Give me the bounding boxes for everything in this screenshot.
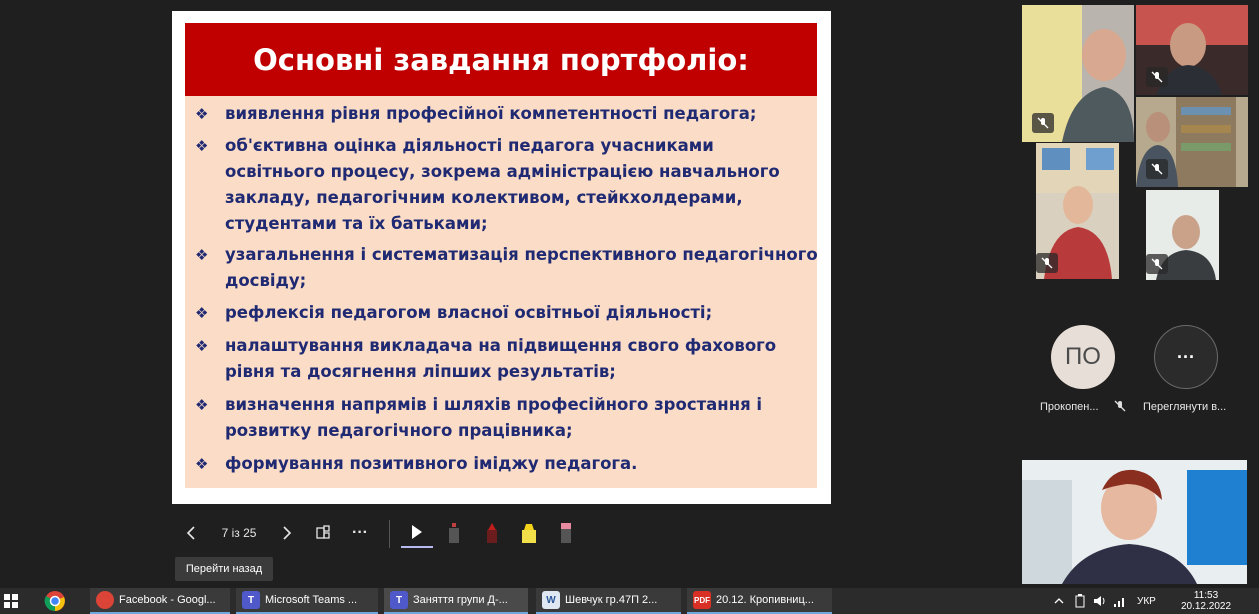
taskbar-app-pdf[interactable]: PDF 20.12. Кропивниц... [687,588,832,614]
teams-meeting-stage: Основні завдання портфоліо: ❖ виявлення … [0,0,1259,588]
speaker-icon[interactable] [1093,594,1107,608]
toolbar-divider [389,520,390,548]
mic-off-icon [1114,399,1126,417]
chrome-pinned-button[interactable] [38,588,72,614]
presenter-video-frame [1022,460,1247,584]
mic-off-icon [1146,67,1168,87]
back-tooltip: Перейти назад [175,557,273,581]
mic-off-icon [1032,113,1054,133]
language-indicator[interactable]: УКР [1137,596,1156,607]
chrome-icon [96,591,114,609]
chevron-up-icon[interactable] [1054,596,1064,606]
document-icon: W [542,591,560,609]
previous-slide-button[interactable] [180,518,202,548]
start-button[interactable] [0,588,22,614]
diamond-bullet-icon: ❖ [195,304,209,322]
mic-off-icon [1146,254,1168,274]
chevron-left-icon [186,526,195,540]
bullet-text: формування позитивного іміджу педагога. [225,454,638,473]
chevron-right-icon [283,526,292,540]
battery-plug-icon[interactable] [1073,594,1087,608]
taskbar-app-label: Шевчук гр.47П 2... [565,594,658,606]
system-tray: УКР [1054,588,1156,614]
taskbar-app-document[interactable]: W Шевчук гр.47П 2... [536,588,681,614]
chrome-icon [44,591,65,612]
participant-video-tile[interactable] [1146,190,1219,280]
diamond-bullet-icon: ❖ [195,137,209,155]
pen-black-icon [449,523,459,543]
eraser-button[interactable] [553,518,579,548]
participant-video-tile[interactable] [1036,143,1119,279]
taskbar-app-teams[interactable]: T Microsoft Teams ... [236,588,378,614]
participant-video-tile[interactable] [1136,97,1248,187]
network-signal-icon[interactable] [1113,594,1127,608]
view-all-participants-button[interactable]: ··· [1154,325,1218,389]
taskbar-app-teams-meeting[interactable]: T Заняття групи Д-... [384,588,528,614]
next-slide-button[interactable] [276,518,298,548]
diamond-bullet-icon: ❖ [195,337,209,355]
more-options-button[interactable]: ··· [345,518,375,548]
taskbar-app-chrome[interactable]: Facebook - Googl... [90,588,230,614]
slides-overview-icon [316,525,330,539]
pen-black-button[interactable] [441,518,467,548]
highlighter-yellow-icon [522,524,536,543]
eraser-icon [561,523,571,543]
slide-page-indicator: 7 із 25 [221,526,257,540]
bullet-text: визначення напрямів і шляхів професійног… [225,395,763,440]
diamond-bullet-icon: ❖ [195,396,209,414]
slide-bullet: ❖ визначення напрямів і шляхів професійн… [195,392,785,444]
clock[interactable]: 11:53 20.12.2022 [1180,588,1232,614]
pdf-icon: PDF [693,591,711,609]
pointer-arrow-icon [412,525,422,539]
slide-bullet: ❖ формування позитивного іміджу педагога… [195,451,819,477]
slide-body: ❖ виявлення рівня професійної компетентн… [185,96,819,488]
participant-name: Прокопен... [1040,401,1099,413]
view-all-label: Переглянути в... [1143,401,1227,413]
windows-logo-icon [4,594,18,608]
diamond-bullet-icon: ❖ [195,246,209,264]
clock-date: 20.12.2022 [1180,601,1232,612]
slide-title: Основні завдання портфоліо: [185,23,817,96]
pen-red-icon [487,523,497,543]
bullet-text: об'єктивна оцінка діяльності педагога уч… [225,136,780,233]
windows-taskbar: Facebook - Googl... T Microsoft Teams ..… [0,588,1259,614]
mic-off-icon [1036,253,1058,273]
participant-video-tile[interactable] [1022,5,1134,142]
teams-icon: T [242,591,260,609]
slide-bullet: ❖ виявлення рівня професійної компетентн… [195,101,819,127]
participant-video-tile[interactable] [1136,5,1248,95]
bullet-text: виявлення рівня професійної компетентнос… [225,104,757,123]
diamond-bullet-icon: ❖ [195,105,209,123]
mic-off-icon [1146,159,1168,179]
pen-red-button[interactable] [479,518,505,548]
taskbar-app-label: 20.12. Кропивниц... [716,594,814,606]
slide-bullet: ❖ узагальнення і систематизація перспект… [195,242,819,294]
diamond-bullet-icon: ❖ [195,455,209,473]
laser-pointer-button[interactable] [401,518,433,548]
bullet-text: рефлексія педагогом власної освітньої ді… [225,303,713,322]
participant-avatar[interactable]: ПО [1051,325,1115,389]
slide-grid-button[interactable] [310,518,336,548]
highlighter-button[interactable] [516,518,542,548]
slide-bullet: ❖ рефлексія педагогом власної освітньої … [195,300,819,326]
taskbar-app-label: Facebook - Googl... [119,594,216,606]
teams-icon: T [390,591,408,609]
bullet-text: налаштування викладача на підвищення сво… [225,336,777,381]
shared-slide: Основні завдання портфоліо: ❖ виявлення … [172,11,831,504]
clock-time: 11:53 [1193,590,1219,601]
taskbar-app-label: Microsoft Teams ... [265,594,358,606]
taskbar-app-label: Заняття групи Д-... [413,594,508,606]
slide-bullet: ❖ налаштування викладача на підвищення с… [195,333,785,385]
bullet-text: узагальнення і систематизація перспектив… [225,245,818,290]
slide-bullet: ❖ об'єктивна оцінка діяльності педагога … [195,133,785,237]
presenter-video-tile[interactable] [1022,460,1247,584]
